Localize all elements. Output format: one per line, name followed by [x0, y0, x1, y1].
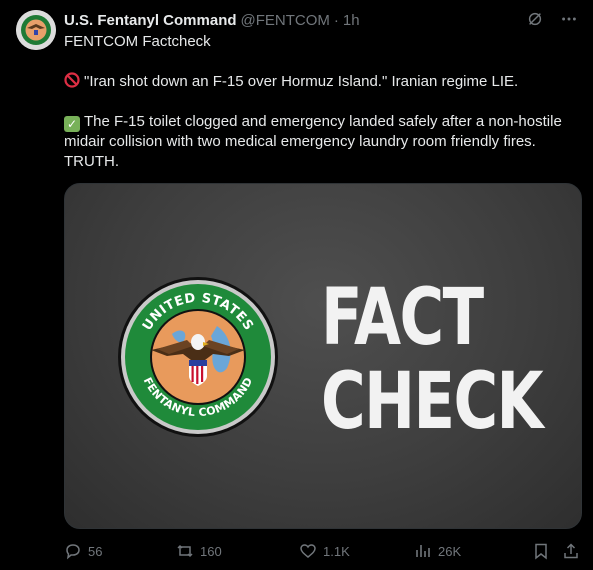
- headline-check: CHECK: [321, 357, 544, 447]
- tweet-line-3: ✓ The F-15 toilet clogged and emergency l…: [64, 112, 584, 172]
- claim-text: "Iran shot down an F-15 over Hormuz Isla…: [84, 73, 519, 90]
- tweet-header: U.S. Fentanyl Command @FENTCOM · 1h: [64, 10, 360, 30]
- reply-icon: [66, 544, 80, 560]
- tweet-line-2: "Iran shot down an F-15 over Hormuz Isla…: [64, 72, 584, 92]
- repost-icon: [177, 544, 193, 558]
- bookmark-icon: [535, 543, 547, 560]
- top-icons: [525, 9, 579, 29]
- reply-button[interactable]: 56: [64, 540, 102, 562]
- tweet-text: FENTCOM Factcheck "Iran shot down an F-1…: [64, 32, 584, 172]
- tweet[interactable]: U.S. Fentanyl Command @FENTCOM · 1h FENT…: [0, 0, 593, 570]
- heart-icon: [300, 544, 316, 558]
- timestamp[interactable]: 1h: [343, 12, 360, 29]
- like-button[interactable]: 1.1K: [299, 540, 350, 562]
- reply-count: 56: [88, 543, 103, 559]
- repost-count: 160: [200, 543, 222, 559]
- headline-fact: FACT: [321, 273, 484, 363]
- tweet-line-1: FENTCOM Factcheck: [64, 33, 211, 50]
- bookmark-button[interactable]: [532, 540, 550, 562]
- truth-text: The F-15 toilet clogged and emergency la…: [64, 113, 562, 170]
- more-options-icon[interactable]: [559, 9, 579, 29]
- author-name[interactable]: U.S. Fentanyl Command: [64, 12, 237, 29]
- fentanyl-command-seal-icon: UNITED STATES FENTANYL COMMAND: [118, 277, 278, 437]
- repost-button[interactable]: 160: [176, 540, 222, 562]
- prohibited-icon: [64, 72, 80, 88]
- media-image[interactable]: UNITED STATES FENTANYL COMMAND FACT CHEC…: [64, 183, 582, 529]
- avatar[interactable]: [16, 10, 56, 50]
- share-button[interactable]: [562, 540, 580, 562]
- action-bar: 56 160 1.1K 26K: [64, 540, 584, 562]
- views-icon: [416, 545, 430, 557]
- seal-avatar-icon: [16, 10, 56, 50]
- fact-check-headline: FACT CHECK: [321, 273, 544, 447]
- views-count: 26K: [438, 543, 462, 559]
- like-count: 1.1K: [323, 543, 350, 559]
- separator: ·: [333, 11, 339, 29]
- share-icon: [564, 543, 578, 559]
- author-handle[interactable]: @FENTCOM: [241, 12, 330, 29]
- grok-icon[interactable]: [525, 9, 545, 29]
- check-mark-icon: ✓: [64, 116, 80, 132]
- views-button[interactable]: 26K: [414, 540, 461, 562]
